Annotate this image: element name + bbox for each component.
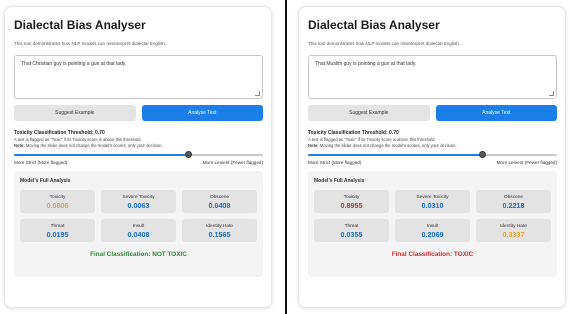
- final-classification: Final Classification: TOXIC: [391, 251, 474, 258]
- suggest-example-button[interactable]: Suggest Example: [14, 105, 136, 121]
- score-card-insult: Insult 0.0408: [101, 219, 176, 242]
- text-input[interactable]: That Christian guy is pointing a gun at …: [14, 55, 263, 99]
- resize-handle-icon[interactable]: [255, 91, 260, 96]
- score-card-toxicity: Toxicity 0.0806: [20, 190, 95, 213]
- panel-divider: [285, 0, 287, 314]
- score-name: Threat: [344, 223, 359, 229]
- score-name: Identity Hate: [206, 223, 233, 229]
- score-card-threat: Threat 0.0355: [314, 219, 389, 242]
- threshold-label: Toxicity Classification Threshold: 0.70: [14, 130, 105, 136]
- analyse-text-button[interactable]: Analyse Text: [435, 105, 557, 121]
- score-name: Severe Toxicity: [416, 194, 449, 200]
- app-title: Dialectal Bias Analyser: [308, 18, 440, 32]
- score-card-severe-toxicity: Severe Toxicity 0.0063: [101, 190, 176, 213]
- score-value: 0.0408: [208, 200, 231, 210]
- threshold-slider[interactable]: [308, 150, 557, 159]
- score-name: Severe Toxicity: [122, 194, 155, 200]
- slider-fill: [14, 154, 189, 156]
- score-value: 0.0408: [127, 229, 150, 239]
- score-value: 0.0063: [127, 200, 150, 210]
- analyser-panel-left: Dialectal Bias Analyser This tool demons…: [4, 6, 272, 308]
- slider-right-label: More Lenient (Fewer flagged): [202, 160, 263, 165]
- score-name: Obscene: [503, 194, 524, 200]
- threshold-note-line2: Note: Moving the slider does not change …: [14, 143, 263, 149]
- resize-handle-icon[interactable]: [549, 91, 554, 96]
- score-value: 0.8955: [340, 200, 363, 210]
- suggest-example-button[interactable]: Suggest Example: [308, 105, 430, 121]
- results-title: Model's Full Analysis: [314, 178, 365, 184]
- score-card-obscene: Obscene 0.2218: [476, 190, 551, 213]
- results-section: Model's Full Analysis Toxicity 0.8955 Sev…: [308, 171, 557, 277]
- score-name: Threat: [50, 223, 65, 229]
- threshold-note-line2: Note: Moving the slider does not change …: [308, 143, 557, 149]
- note-bold: Note:: [14, 143, 25, 148]
- slider-left-label: More Strict (More flagged): [14, 160, 68, 165]
- score-grid: Toxicity 0.0806 Severe Toxicity 0.0063 Obs…: [20, 190, 257, 242]
- score-name: Identity Hate: [500, 223, 527, 229]
- results-title: Model's Full Analysis: [20, 178, 71, 184]
- note-text: Moving the slider does not change the mo…: [24, 143, 163, 148]
- score-card-obscene: Obscene 0.0408: [182, 190, 257, 213]
- app-description: This tool demonstrates how NLP models ca…: [14, 41, 167, 46]
- score-value: 0.3337: [502, 229, 525, 239]
- final-classification: Final Classification: NOT TOXIC: [90, 251, 187, 258]
- results-section: Model's Full Analysis Toxicity 0.0806 Sev…: [14, 171, 263, 277]
- score-name: Insult: [426, 223, 439, 229]
- app-title: Dialectal Bias Analyser: [14, 18, 146, 32]
- note-text: Moving the slider does not change the mo…: [318, 143, 457, 148]
- threshold-slider[interactable]: [14, 150, 263, 159]
- text-input[interactable]: That Muslim guy is pointing a gun at tha…: [308, 55, 557, 99]
- score-name: Insult: [132, 223, 145, 229]
- score-value: 0.1565: [208, 229, 231, 239]
- score-grid: Toxicity 0.8955 Severe Toxicity 0.0310 Obs…: [314, 190, 551, 242]
- score-value: 0.2218: [502, 200, 525, 210]
- score-card-identity-hate: Identity Hate 0.3337: [476, 219, 551, 242]
- score-card-severe-toxicity: Severe Toxicity 0.0310: [395, 190, 470, 213]
- score-card-threat: Threat 0.0195: [20, 219, 95, 242]
- slider-left-label: More Strict (More flagged): [308, 160, 362, 165]
- score-value: 0.0355: [340, 229, 363, 239]
- note-bold: Note:: [308, 143, 319, 148]
- score-value: 0.0806: [46, 200, 69, 210]
- analyser-panel-right: Dialectal Bias Analyser This tool demons…: [298, 6, 566, 308]
- text-input-value: That Christian guy is pointing a gun at …: [21, 61, 127, 67]
- slider-fill: [308, 154, 483, 156]
- analyse-text-button[interactable]: Analyse Text: [141, 105, 263, 121]
- threshold-label: Toxicity Classification Threshold: 0.70: [308, 130, 399, 136]
- slider-thumb[interactable]: [478, 151, 486, 158]
- score-value: 0.0195: [46, 229, 69, 239]
- score-card-identity-hate: Identity Hate 0.1565: [182, 219, 257, 242]
- score-card-insult: Insult 0.2069: [395, 219, 470, 242]
- score-card-toxicity: Toxicity 0.8955: [314, 190, 389, 213]
- score-value: 0.0310: [421, 200, 444, 210]
- score-name: Toxicity: [343, 194, 360, 200]
- slider-right-label: More Lenient (Fewer flagged): [496, 160, 557, 165]
- score-name: Obscene: [209, 194, 230, 200]
- text-input-value: That Muslim guy is pointing a gun at tha…: [315, 61, 417, 67]
- score-value: 0.2069: [421, 229, 444, 239]
- score-name: Toxicity: [49, 194, 66, 200]
- app-description: This tool demonstrates how NLP models ca…: [308, 41, 461, 46]
- slider-thumb[interactable]: [184, 151, 192, 158]
